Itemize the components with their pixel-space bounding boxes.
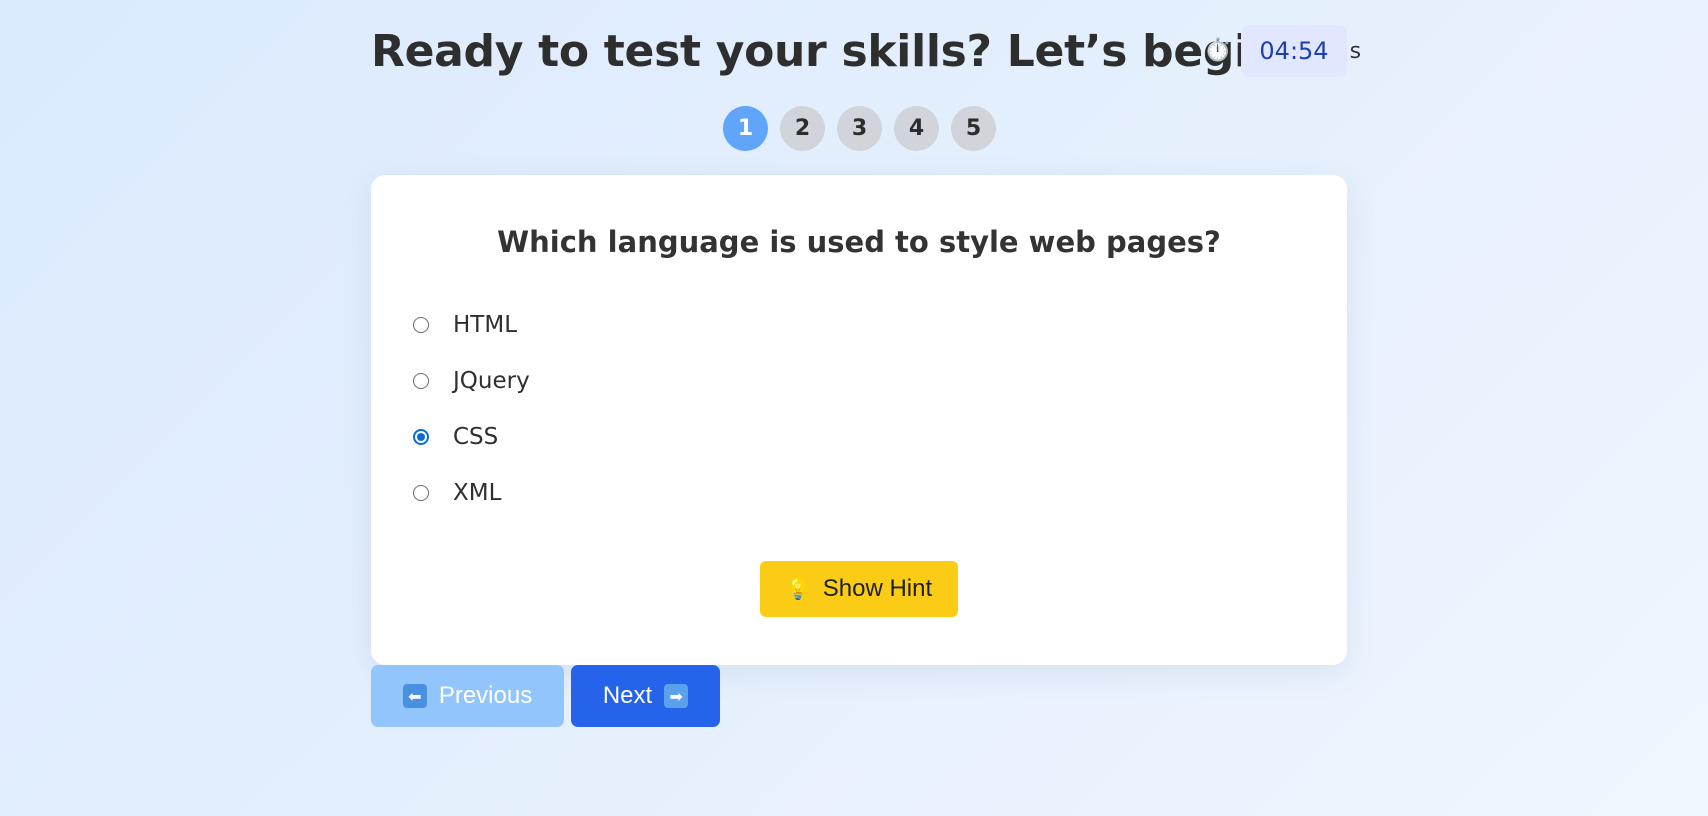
radio-button-selected[interactable]	[413, 429, 429, 445]
timer-unit: s	[1349, 38, 1362, 64]
lightbulb-icon: 💡	[785, 578, 811, 601]
step-2[interactable]: 2	[780, 106, 825, 151]
step-5[interactable]: 5	[951, 106, 996, 151]
option-css[interactable]: CSS	[413, 409, 530, 465]
step-3[interactable]: 3	[837, 106, 882, 151]
option-label: XML	[453, 480, 502, 506]
navigation-bar: ⬅ Previous Next ➡	[371, 665, 720, 727]
stopwatch-icon: ⏱️	[1204, 38, 1232, 63]
timer-value: 04:54	[1241, 25, 1347, 77]
quiz-header: Ready to test your skills? Let’s begin! …	[371, 22, 1361, 82]
option-xml[interactable]: XML	[413, 465, 530, 521]
next-label: Next	[602, 682, 653, 709]
step-4[interactable]: 4	[894, 106, 939, 151]
radio-button[interactable]	[413, 485, 429, 501]
answer-options: HTML JQuery CSS XML	[413, 297, 530, 521]
option-label: JQuery	[453, 368, 530, 394]
option-html[interactable]: HTML	[413, 297, 530, 353]
radio-button[interactable]	[413, 317, 429, 333]
option-label: HTML	[453, 312, 518, 338]
previous-button[interactable]: ⬅ Previous	[371, 665, 564, 727]
previous-label: Previous	[438, 682, 533, 709]
arrow-right-icon: ➡	[664, 684, 689, 708]
option-label: CSS	[453, 424, 499, 450]
option-jquery[interactable]: JQuery	[413, 353, 530, 409]
page-title: Ready to test your skills? Let’s begin!	[371, 26, 1300, 77]
question-card: Which language is used to style web page…	[371, 175, 1347, 665]
radio-button[interactable]	[413, 373, 429, 389]
timer: ⏱️ 04:54 s	[1204, 24, 1361, 78]
show-hint-label: Show Hint	[822, 575, 933, 602]
step-1[interactable]: 1	[723, 106, 768, 151]
question-stepper: 1 2 3 4 5	[723, 106, 996, 151]
show-hint-button[interactable]: 💡 Show Hint	[760, 561, 958, 617]
next-button[interactable]: Next ➡	[571, 665, 720, 727]
question-text: Which language is used to style web page…	[497, 225, 1221, 259]
arrow-left-icon: ⬅	[402, 684, 427, 708]
